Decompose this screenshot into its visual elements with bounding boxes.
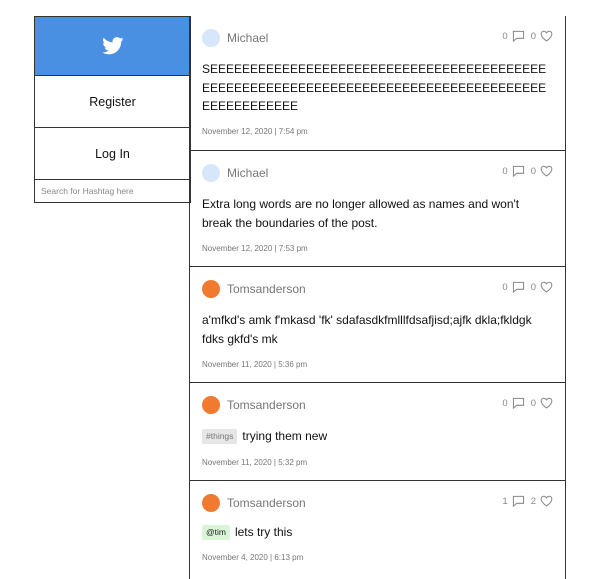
post-card[interactable]: Tomsanderson 0 0 a'mfkd's amk f'mkasd 'f…	[190, 267, 565, 383]
post-stats: 0 0	[502, 165, 553, 177]
like-count: 0	[530, 165, 536, 177]
mention-chip[interactable]: @tim	[202, 525, 230, 541]
login-button[interactable]: Log In	[35, 128, 190, 180]
post-stats: 0 0	[502, 397, 553, 409]
post-username[interactable]: Tomsanderson	[227, 282, 306, 296]
comment-count: 0	[502, 397, 508, 409]
avatar[interactable]	[202, 494, 220, 512]
like-count: 0	[530, 281, 536, 293]
like-count: 0	[530, 397, 536, 409]
comment-icon[interactable]	[512, 397, 525, 409]
avatar[interactable]	[202, 396, 220, 414]
post-header: Michael	[202, 29, 268, 47]
heart-icon[interactable]	[540, 165, 553, 177]
comment-count: 0	[502, 281, 508, 293]
post-content: lets try this	[234, 525, 293, 539]
post-content: SEEEEEEEEEEEEEEEEEEEEEEEEEEEEEEEEEEEEEEE…	[202, 62, 547, 113]
comment-count: 0	[502, 30, 508, 42]
post-stats: 1 2	[502, 495, 553, 507]
sidebar: Register Log In	[34, 16, 191, 203]
post-card[interactable]: Michael 0 0 SEEEEEEEEEEEEEEEEEEEEEEEEEEE…	[190, 16, 565, 151]
post-timestamp: November 12, 2020 | 7:53 pm	[202, 244, 308, 253]
post-content: Extra long words are no longer allowed a…	[202, 197, 520, 230]
comment-icon[interactable]	[512, 30, 525, 42]
hashtag-search-input[interactable]	[35, 180, 190, 202]
post-username[interactable]: Michael	[227, 166, 268, 180]
post-content-row: #things trying them new	[202, 427, 551, 446]
post-timestamp: November 11, 2020 | 5:32 pm	[202, 458, 308, 467]
comment-icon[interactable]	[512, 495, 525, 507]
comment-icon[interactable]	[512, 165, 525, 177]
heart-icon[interactable]	[540, 397, 553, 409]
register-button[interactable]: Register	[35, 76, 190, 128]
post-card[interactable]: Tomsanderson 1 2 @tim lets try this Novem…	[190, 481, 565, 579]
post-content: a'mfkd's amk f'mkasd 'fk' sdafasdkfmlllf…	[202, 313, 532, 346]
heart-icon[interactable]	[540, 495, 553, 507]
heart-icon[interactable]	[540, 281, 553, 293]
post-content: trying them new	[242, 429, 328, 443]
post-header: Tomsanderson	[202, 396, 306, 414]
post-card[interactable]: Tomsanderson 0 0 #things trying them new …	[190, 383, 565, 481]
post-username[interactable]: Tomsanderson	[227, 398, 306, 412]
post-stats: 0 0	[502, 30, 553, 42]
post-timestamp: November 11, 2020 | 5:36 pm	[202, 360, 308, 369]
post-header: Tomsanderson	[202, 280, 306, 298]
post-feed: Michael 0 0 SEEEEEEEEEEEEEEEEEEEEEEEEEEE…	[189, 16, 566, 579]
post-header: Michael	[202, 164, 268, 182]
avatar[interactable]	[202, 29, 220, 47]
post-content-row: @tim lets try this	[202, 523, 551, 542]
comment-count: 1	[502, 495, 508, 507]
post-timestamp: November 4, 2020 | 6:13 pm	[202, 553, 304, 562]
search-box	[35, 180, 190, 202]
comment-count: 0	[502, 165, 508, 177]
heart-icon[interactable]	[540, 30, 553, 42]
like-count: 2	[530, 495, 536, 507]
avatar[interactable]	[202, 164, 220, 182]
avatar[interactable]	[202, 280, 220, 298]
logo-button[interactable]	[35, 17, 190, 76]
post-timestamp: November 12, 2020 | 7:54 pm	[202, 127, 308, 136]
hashtag-chip[interactable]: #things	[202, 429, 238, 445]
like-count: 0	[530, 30, 536, 42]
post-header: Tomsanderson	[202, 494, 306, 512]
twitter-bird-icon	[101, 37, 123, 55]
post-stats: 0 0	[502, 281, 553, 293]
comment-icon[interactable]	[512, 281, 525, 293]
post-card[interactable]: Michael 0 0 Extra long words are no long…	[190, 151, 565, 267]
post-username[interactable]: Tomsanderson	[227, 496, 306, 510]
post-username[interactable]: Michael	[227, 31, 268, 45]
